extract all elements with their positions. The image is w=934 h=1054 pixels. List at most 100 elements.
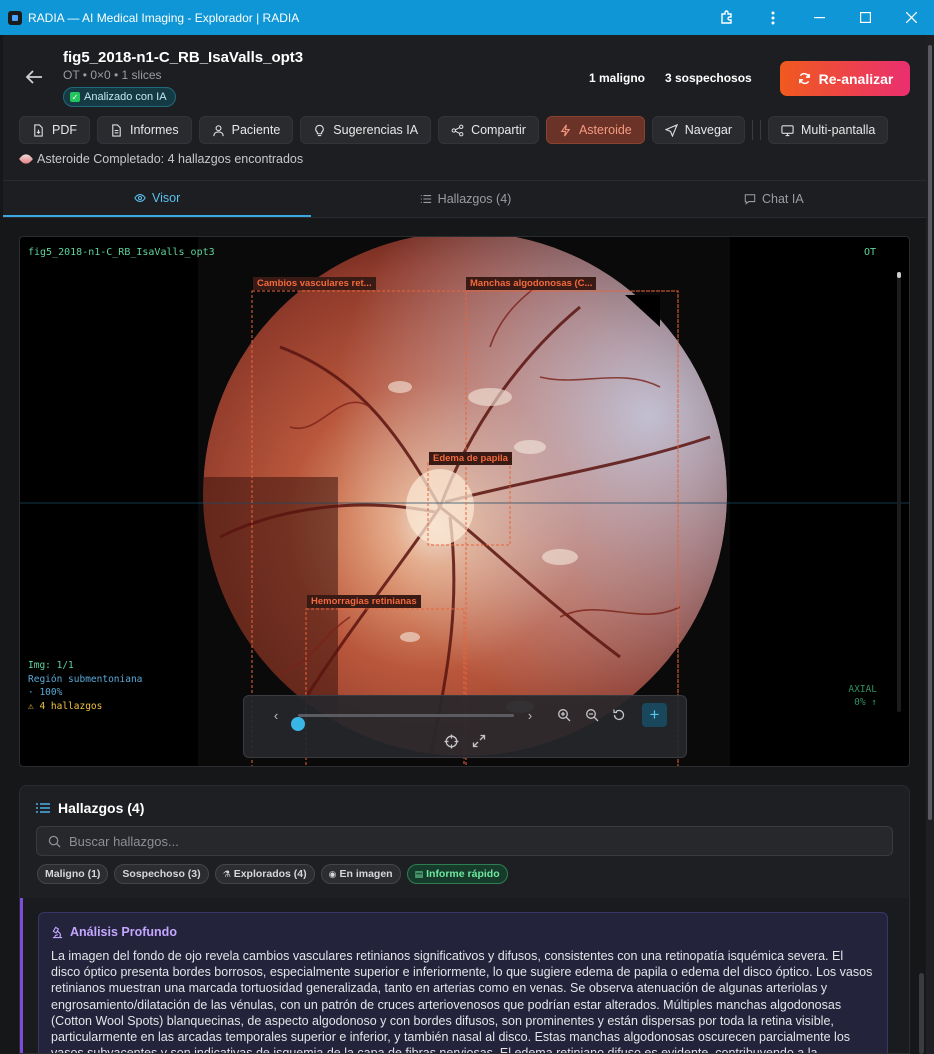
chat-icon	[744, 194, 756, 205]
tab-findings[interactable]: Hallazgos (4)	[311, 181, 619, 217]
lightning-icon	[560, 124, 571, 136]
app-root: fig5_2018-n1-C_RB_IsaValls_opt3 OT • 0×0…	[3, 35, 928, 1054]
viewer-modality: OT	[863, 247, 876, 258]
eye-icon	[134, 194, 146, 202]
eye-icon: ◉	[328, 868, 337, 879]
patient-label: Paciente	[231, 123, 281, 137]
zoom-level: · 100%	[28, 687, 63, 698]
deep-analysis-section: Análisis Profundo La imagen del fondo de…	[20, 898, 909, 1053]
annotation-label[interactable]: Manchas algodonosas (C...	[466, 277, 597, 290]
reanalyze-label: Re-analizar	[818, 70, 894, 87]
app-icon	[8, 10, 22, 25]
chip-in-image[interactable]: ◉ En imagen	[320, 864, 401, 884]
zoom-out-icon[interactable]	[584, 707, 600, 723]
chip-explored[interactable]: ⚗ Explorados (4)	[214, 864, 315, 884]
microscope-icon: ⚗	[222, 868, 231, 879]
tab-chat-label: Chat IA	[761, 192, 804, 206]
image-viewer[interactable]: Cambios vasculares ret... Manchas algodo…	[19, 236, 910, 767]
chip-explored-label: Explorados (4)	[233, 868, 307, 880]
findings-title-text: Hallazgos (4)	[58, 800, 145, 816]
viewer-filename: fig5_2018-n1-C_RB_IsaValls_opt3	[28, 247, 215, 258]
slice-scrollbar[interactable]	[897, 272, 901, 712]
tab-findings-label: Hallazgos (4)	[437, 192, 512, 206]
deep-analysis-title: Análisis Profundo	[70, 925, 177, 939]
crosshair-icon[interactable]	[443, 733, 459, 749]
slice-slider[interactable]	[291, 714, 514, 731]
ai-analyzed-badge: ✓ Analizado con IA	[63, 87, 176, 107]
reanalyze-button[interactable]: Re-analizar	[780, 61, 910, 96]
navigate-button[interactable]: Navegar	[651, 116, 746, 144]
ai-suggestions-button[interactable]: Sugerencias IA	[300, 116, 432, 144]
add-button[interactable]: +	[642, 703, 667, 727]
image-counter: Img: 1/1	[28, 660, 74, 671]
window-title: RADIA — AI Medical Imaging - Explorador …	[28, 10, 300, 25]
slider-knob[interactable]	[291, 717, 305, 731]
annotation-label[interactable]: Cambios vasculares ret...	[253, 277, 376, 290]
axial-indicator: AXIAL 0% ↑	[848, 683, 877, 709]
viewer-controls: ‹ › +	[243, 695, 687, 758]
toolbar: PDF Informes Paciente Sugerencias IA Com…	[19, 116, 889, 144]
maximize-icon[interactable]	[842, 0, 888, 35]
ai-badge-label: Analizado con IA	[84, 91, 167, 103]
viewer-info: Img: 1/1 Región submentoniana · 100% ⚠ 4…	[28, 659, 142, 713]
status-text: Asteroide Completado: 4 hallazgos encont…	[37, 152, 304, 166]
suspicious-count: 3 sospechosos	[665, 71, 752, 85]
more-menu-icon[interactable]	[750, 0, 796, 35]
patient-button[interactable]: Paciente	[198, 116, 294, 144]
asteroid-button[interactable]: Asteroide	[545, 116, 645, 144]
close-window-icon[interactable]	[888, 0, 934, 35]
chevron-right-icon[interactable]: ›	[522, 707, 538, 723]
findings-count: ⚠ 4 hallazgos	[28, 700, 103, 712]
page-scrollbar[interactable]	[926, 35, 934, 1054]
malignant-count: 1 maligno	[589, 71, 646, 85]
chip-in-image-label: En imagen	[339, 868, 393, 880]
findings-panel: Hallazgos (4) Maligno (1) Sospechoso (3)…	[19, 785, 910, 1054]
extensions-icon[interactable]	[704, 0, 750, 35]
annotation-label[interactable]: Edema de papila	[429, 452, 512, 465]
multiscreen-button[interactable]: Multi-pantalla	[768, 116, 889, 144]
file-meta: OT • 0×0 • 1 slices	[63, 68, 162, 82]
document-icon	[112, 123, 121, 137]
chip-malignant[interactable]: Maligno (1)	[37, 864, 109, 884]
pdf-button[interactable]: PDF	[19, 116, 90, 144]
tab-chat[interactable]: Chat IA	[620, 181, 928, 217]
share-button[interactable]: Compartir	[438, 116, 539, 144]
zoom-in-icon[interactable]	[556, 707, 572, 723]
share-icon	[451, 124, 464, 136]
reports-label: Informes	[130, 123, 179, 137]
findings-title: Hallazgos (4)	[36, 800, 144, 816]
tab-viewer[interactable]: Visor	[3, 181, 312, 217]
fundus-image	[20, 237, 909, 766]
list-icon	[36, 803, 50, 813]
chevron-left-icon[interactable]: ‹	[268, 707, 284, 723]
back-arrow-icon[interactable]	[25, 69, 47, 89]
check-icon: ✓	[70, 92, 80, 102]
panel-scrollbar[interactable]	[919, 973, 924, 1054]
region-label: Región submentoniana	[28, 673, 143, 685]
axial-label: AXIAL	[848, 684, 877, 695]
deep-analysis-card: Análisis Profundo La imagen del fondo de…	[38, 912, 888, 1053]
reports-button[interactable]: Informes	[97, 116, 192, 144]
reset-rotate-icon[interactable]	[611, 707, 627, 723]
rocket-icon	[18, 151, 34, 167]
chip-quick-report-label: Informe rápido	[426, 868, 500, 880]
findings-search[interactable]	[36, 826, 893, 856]
minimize-icon[interactable]	[796, 0, 842, 35]
asteroid-label: Asteroide	[578, 123, 632, 137]
deep-analysis-header: Análisis Profundo	[51, 925, 875, 939]
search-input[interactable]	[69, 833, 849, 849]
fullscreen-icon[interactable]	[471, 733, 487, 749]
pdf-label: PDF	[52, 123, 77, 137]
annotation-label[interactable]: Hemorragias retinianas	[307, 595, 421, 608]
tab-viewer-label: Visor	[152, 191, 181, 205]
chip-quick-report[interactable]: ▤ Informe rápido	[406, 864, 508, 884]
status-line: Asteroide Completado: 4 hallazgos encont…	[18, 151, 304, 167]
window-titlebar: RADIA — AI Medical Imaging - Explorador …	[0, 0, 934, 35]
chip-suspicious[interactable]: Sospechoso (3)	[114, 864, 209, 884]
send-icon	[664, 123, 678, 137]
monitor-icon	[781, 124, 794, 136]
toolbar-divider	[752, 120, 754, 140]
document-icon: ▤	[414, 868, 424, 879]
axial-percent: 0% ↑	[854, 697, 877, 708]
multiscreen-label: Multi-pantalla	[801, 123, 876, 137]
